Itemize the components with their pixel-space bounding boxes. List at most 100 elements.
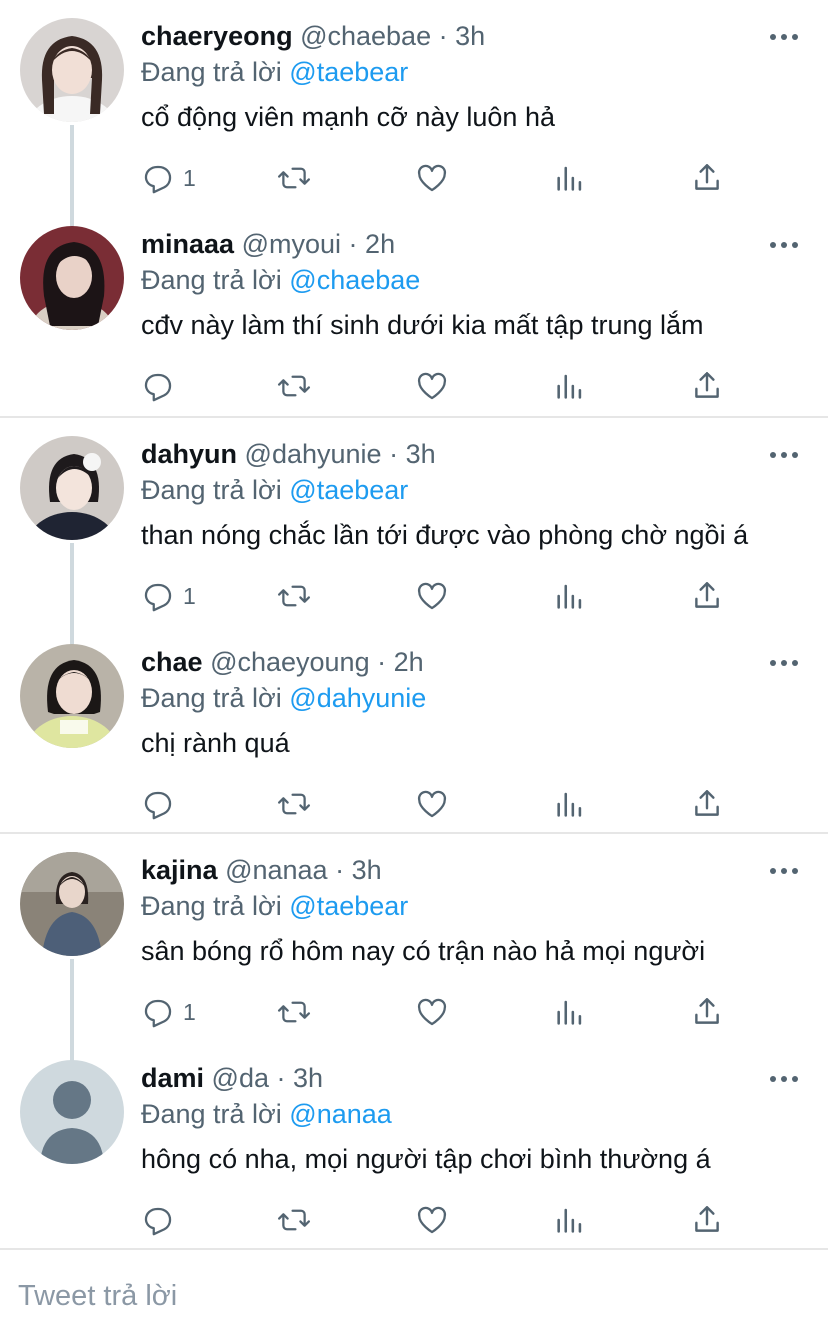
like-button[interactable] <box>415 784 449 824</box>
reply-compose-input[interactable]: Tweet trả lời <box>18 1280 177 1313</box>
separator: · <box>276 1063 286 1093</box>
avatar[interactable] <box>20 18 124 122</box>
tweet-text: chị rành quá <box>141 728 290 758</box>
analytics-button[interactable] <box>553 158 587 198</box>
analytics-button[interactable] <box>553 1200 587 1240</box>
mention-link[interactable]: @taebear <box>289 891 408 921</box>
more-icon[interactable] <box>770 26 800 46</box>
retweet-button[interactable] <box>277 992 311 1032</box>
action-bar: 1 <box>0 992 828 1032</box>
tweet[interactable]: dami @da · 3h Đang trả lời @nanaa hông c… <box>0 1042 828 1250</box>
mention-link[interactable]: @taebear <box>289 57 408 87</box>
action-bar <box>0 1200 828 1240</box>
share-button[interactable] <box>690 366 724 406</box>
analytics-icon <box>557 584 582 609</box>
display-name[interactable]: dahyun <box>141 439 237 469</box>
share-icon <box>695 790 719 816</box>
share-button[interactable] <box>690 158 724 198</box>
analytics-icon <box>557 1208 582 1233</box>
like-button[interactable] <box>415 576 449 616</box>
reply-button[interactable]: 1 <box>141 576 196 616</box>
reply-button[interactable] <box>141 1200 183 1240</box>
share-icon <box>695 1206 719 1232</box>
more-icon[interactable] <box>770 234 800 254</box>
like-button[interactable] <box>415 158 449 198</box>
mention-link[interactable]: @chaebae <box>289 265 420 295</box>
analytics-button[interactable] <box>553 366 587 406</box>
display-name[interactable]: kajina <box>141 855 218 885</box>
timestamp[interactable]: 2h <box>394 647 424 677</box>
like-button[interactable] <box>415 992 449 1032</box>
more-icon[interactable] <box>770 860 800 880</box>
action-bar <box>0 784 828 824</box>
analytics-button[interactable] <box>553 784 587 824</box>
analytics-button[interactable] <box>553 576 587 616</box>
share-button[interactable] <box>690 992 724 1032</box>
like-button[interactable] <box>415 1200 449 1240</box>
replying-to: Đang trả lời @chaebae <box>141 262 420 298</box>
more-icon[interactable] <box>770 444 800 464</box>
timestamp[interactable]: 2h <box>365 229 395 259</box>
analytics-icon <box>557 166 582 191</box>
analytics-button[interactable] <box>553 992 587 1032</box>
more-icon[interactable] <box>770 1068 800 1088</box>
separator: · <box>377 647 387 677</box>
tweet-header: dahyun @dahyunie · 3h <box>141 436 436 472</box>
timestamp[interactable]: 3h <box>455 21 485 51</box>
avatar[interactable] <box>20 644 124 748</box>
mention-link[interactable]: @nanaa <box>289 1099 392 1129</box>
user-handle[interactable]: @da <box>212 1063 269 1093</box>
replying-to: Đang trả lời @dahyunie <box>141 680 426 716</box>
user-handle[interactable]: @chaebae <box>300 21 431 51</box>
replying-to-label: Đang trả lời <box>141 891 282 921</box>
tweet-text: hông có nha, mọi người tập chơi bình thư… <box>141 1144 711 1174</box>
timestamp[interactable]: 3h <box>293 1063 323 1093</box>
retweet-button[interactable] <box>277 784 311 824</box>
user-handle[interactable]: @myoui <box>242 229 341 259</box>
heart-icon <box>417 164 447 192</box>
mention-link[interactable]: @taebear <box>289 475 408 505</box>
tweet[interactable]: minaaa @myoui · 2h Đang trả lời @chaebae… <box>0 208 828 416</box>
display-name[interactable]: dami <box>141 1063 204 1093</box>
share-button[interactable] <box>690 1200 724 1240</box>
action-bar <box>0 366 828 406</box>
reply-icon <box>144 1207 172 1236</box>
user-handle[interactable]: @dahyunie <box>245 439 382 469</box>
avatar[interactable] <box>20 1060 124 1164</box>
retweet-button[interactable] <box>277 576 311 616</box>
avatar[interactable] <box>20 226 124 330</box>
reply-icon <box>144 583 172 612</box>
share-button[interactable] <box>690 576 724 616</box>
user-handle[interactable]: @nanaa <box>225 855 328 885</box>
thread-divider <box>0 1248 828 1250</box>
avatar[interactable] <box>20 436 124 540</box>
timestamp[interactable]: 3h <box>406 439 436 469</box>
reply-button[interactable]: 1 <box>141 158 196 198</box>
replying-to: Đang trả lời @taebear <box>141 472 408 508</box>
retweet-button[interactable] <box>277 1200 311 1240</box>
avatar[interactable] <box>20 852 124 956</box>
timestamp[interactable]: 3h <box>352 855 382 885</box>
display-name[interactable]: chae <box>141 647 203 677</box>
retweet-icon <box>277 793 311 815</box>
tweet[interactable]: chaeryeong @chaebae · 3h Đang trả lời @t… <box>0 0 828 230</box>
reply-button[interactable] <box>141 366 183 406</box>
tweet[interactable]: kajina @nanaa · 3h Đang trả lời @taebear… <box>0 834 828 1064</box>
share-icon <box>695 998 719 1024</box>
share-button[interactable] <box>690 784 724 824</box>
replying-to: Đang trả lời @taebear <box>141 54 408 90</box>
user-handle[interactable]: @chaeyoung <box>210 647 370 677</box>
reply-button[interactable] <box>141 784 183 824</box>
tweet[interactable]: chae @chaeyoung · 2h Đang trả lời @dahyu… <box>0 626 828 834</box>
display-name[interactable]: minaaa <box>141 229 234 259</box>
mention-link[interactable]: @dahyunie <box>289 683 426 713</box>
reply-count: 1 <box>183 998 196 1025</box>
replying-to-label: Đang trả lời <box>141 265 282 295</box>
retweet-button[interactable] <box>277 366 311 406</box>
retweet-button[interactable] <box>277 158 311 198</box>
like-button[interactable] <box>415 366 449 406</box>
display-name[interactable]: chaeryeong <box>141 21 293 51</box>
reply-button[interactable]: 1 <box>141 992 196 1032</box>
tweet[interactable]: dahyun @dahyunie · 3h Đang trả lời @taeb… <box>0 418 828 648</box>
more-icon[interactable] <box>770 652 800 672</box>
